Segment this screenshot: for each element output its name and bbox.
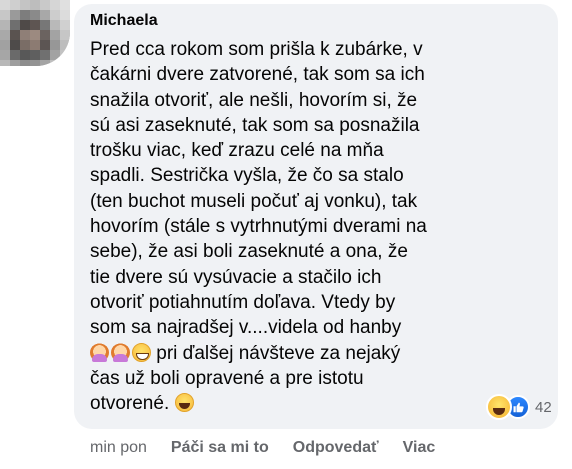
- comment-line: čakárni dvere zatvorené, tak som sa ich: [90, 64, 425, 86]
- comment-line: trošku viac, keď zrazu celé na mňa: [90, 140, 384, 162]
- comment-line-text: otvorené.: [90, 393, 175, 415]
- facepalm-icon: [111, 342, 130, 362]
- comment-line: snažila otvoriť, ale nešli, hovorím si, …: [90, 89, 418, 111]
- comment-line: Pred cca rokom som prišla k zubárke, v: [90, 39, 423, 60]
- comment-line: hovorím (stále s vytrhnutými dverami na: [90, 216, 427, 238]
- comment-line: spadli. Sestrička vyšla, že čo sa stalo: [90, 165, 404, 187]
- reply-button[interactable]: Odpovedať: [293, 439, 379, 457]
- comment-author[interactable]: Michaela: [90, 12, 158, 30]
- more-button[interactable]: Viac: [403, 439, 436, 457]
- facepalm-icon: [90, 342, 109, 362]
- comment-line: som sa najradšej v....videla od hanby: [90, 317, 402, 339]
- like-button[interactable]: Páči sa mi to: [171, 439, 269, 457]
- laughing-face-icon: [174, 393, 194, 413]
- comment-thread: Michaela Pred cca rokom som prišla k zub…: [0, 0, 572, 469]
- comment-text: Pred cca rokom som prišla k zubárke, v č…: [90, 37, 500, 416]
- comment-line: tie dvere sú vysúvacie a stačilo ich: [90, 266, 382, 288]
- haha-reaction-icon: [486, 394, 512, 420]
- grinning-face-icon: [132, 342, 151, 362]
- comment-line: otvoriť potiahnutím doľava. Vtedy by: [90, 291, 396, 313]
- avatar-blurred-image: [0, 0, 70, 66]
- comment-line: čas už boli opravené a pre istotu: [90, 367, 364, 389]
- comment-line: sú asi zaseknuté, tak som sa posnažila: [90, 114, 420, 136]
- comment-line-text: pri ďalšej návšteve za nejaký: [151, 342, 401, 364]
- comment-timestamp[interactable]: min pon: [90, 439, 147, 457]
- comment-line: (ten buchot museli počuť aj vonku), tak: [90, 190, 418, 212]
- avatar[interactable]: [0, 0, 70, 66]
- comment-line-with-emojis: pri ďalšej návšteve za nejaký: [90, 341, 500, 366]
- reaction-summary[interactable]: 42: [486, 394, 552, 420]
- comment-line-with-emoji: otvorené.: [90, 391, 500, 416]
- reaction-count: 42: [535, 398, 552, 416]
- comment-line: sebe), že asi boli zaseknuté a ona, že: [90, 241, 408, 263]
- comment-actions: min pon Páči sa mi to Odpovedať Viac: [90, 438, 435, 458]
